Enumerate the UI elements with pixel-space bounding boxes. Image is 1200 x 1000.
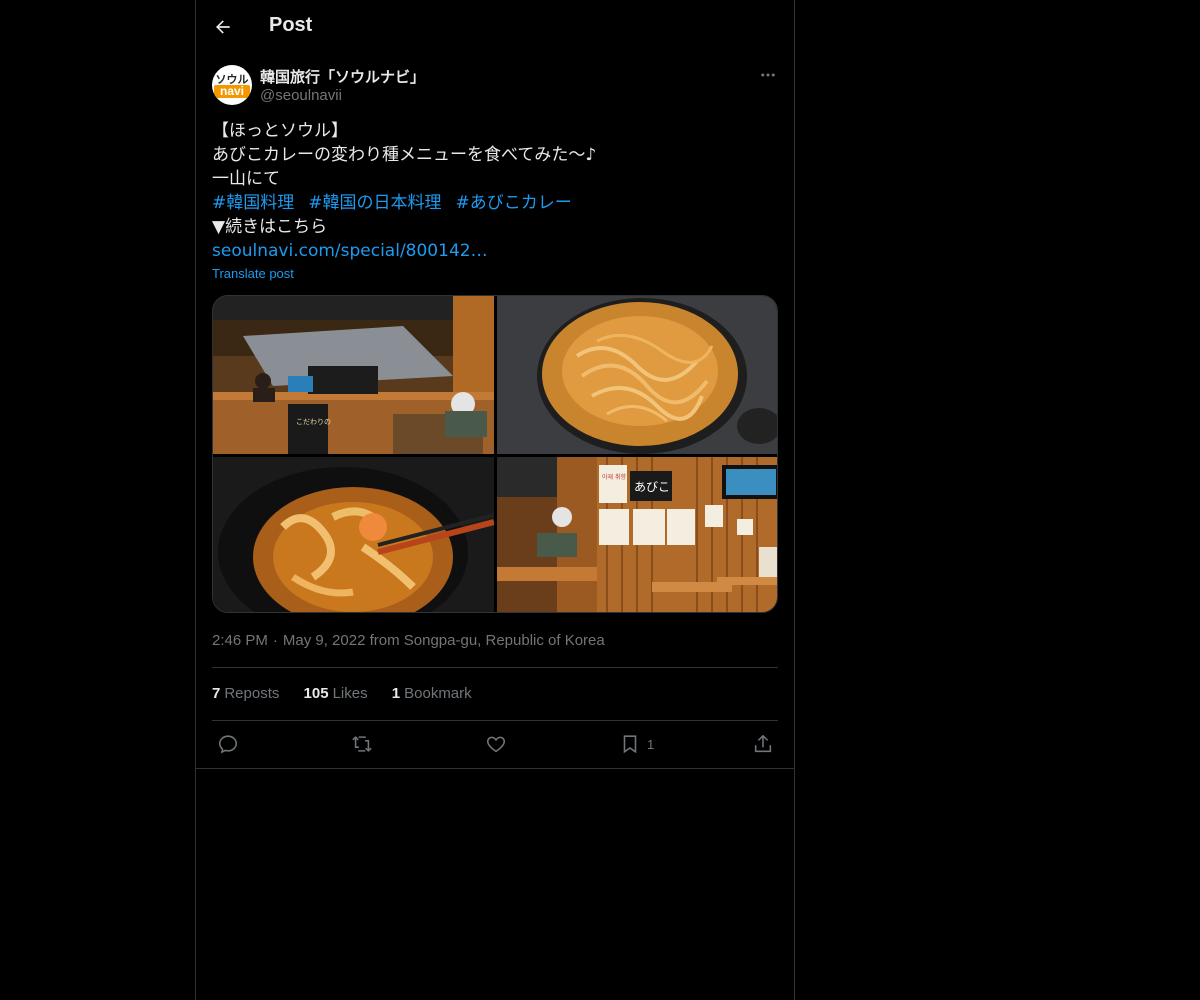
reposts-count: 7 (212, 685, 221, 702)
article-link[interactable]: seoulnavi.com/special/800142… (212, 239, 778, 263)
divider (196, 768, 794, 769)
more-horizontal-icon (761, 73, 775, 77)
divider (212, 667, 778, 668)
restaurant-counter-image: こだわりの (213, 296, 494, 454)
share-button[interactable] (752, 733, 774, 755)
wall-logo-text: あびこ (634, 480, 670, 494)
post-text: 【ほっとソウル】 あびこカレーの変わり種メニューを食べてみた〜♪ 一山にて #韓… (212, 119, 778, 263)
hashtag-link[interactable]: #韓国の日本料理 (308, 193, 441, 213)
wall-poster-text: 아재 취향 (602, 473, 626, 481)
restaurant-interior-image: 아재 취향 あびこ (497, 457, 777, 612)
action-bar: 1 (196, 722, 794, 768)
meta-separator: · (272, 632, 278, 649)
share-icon (754, 734, 772, 753)
post-text-line: あびこカレーの変わり種メニューを食べてみた〜♪ (212, 145, 597, 165)
heart-icon (486, 736, 506, 753)
curry-udon-image (213, 457, 494, 612)
post-text-line: 一山にて (212, 169, 280, 189)
repost-button[interactable] (351, 733, 373, 755)
bookmarks-stat[interactable]: 1 Bookmark (392, 685, 472, 702)
bookmarks-count: 1 (391, 685, 401, 702)
bookmark-icon (623, 735, 637, 754)
bookmark-count: 1 (647, 736, 655, 752)
likes-stat[interactable]: 105 Likes (304, 685, 368, 702)
photo-restaurant-counter[interactable]: こだわりの (213, 296, 494, 454)
reply-button[interactable] (217, 733, 239, 755)
translate-post-link[interactable]: Translate post (212, 266, 294, 281)
author-display-name[interactable]: 韓国旅行「ソウルナビ」 (260, 66, 425, 87)
avatar-logo-bottom: navi (214, 85, 250, 98)
reposts-stat[interactable]: 7 Reposts (212, 685, 279, 702)
page-title: Post (269, 14, 313, 36)
photo-curry-pasta[interactable] (497, 296, 777, 454)
bookmark-button[interactable]: 1 (619, 733, 654, 755)
curry-pasta-image (497, 296, 777, 454)
post-header: Post (196, 0, 794, 53)
continue-text: ▼続きはこちら (212, 217, 328, 237)
reply-icon (218, 735, 238, 754)
post-text-line: 【ほっとソウル】 (212, 121, 348, 141)
post-time[interactable]: 2:46 PM (212, 632, 268, 649)
back-button[interactable] (206, 10, 240, 44)
post-detail-column: Post ソウル navi 韓国旅行「ソウルナビ」 @seoulnavii 【ほ… (195, 0, 795, 1000)
bookmarks-label: Bookmark (404, 685, 472, 702)
post-meta: 2:46 PM · May 9, 2022 from Songpa-gu, Repu… (212, 632, 605, 649)
repost-icon (352, 736, 372, 752)
likes-label: Likes (332, 685, 368, 702)
photo-curry-udon[interactable] (213, 457, 494, 612)
avatar[interactable]: ソウル navi (212, 65, 252, 105)
hashtag-link[interactable]: #韓国料理 (212, 193, 294, 213)
photo-restaurant-interior[interactable]: 아재 취향 あびこ (497, 457, 777, 612)
post-stats: 7 Reposts 105 Likes 1 Bookmark (212, 685, 492, 702)
more-button[interactable] (756, 64, 780, 86)
hashtag-line: #韓国料理 #韓国の日本料理 #あびこカレー (212, 191, 778, 215)
hashtag-link[interactable]: #あびこカレー (456, 193, 572, 213)
media-grid: こだわりの 아재 취향 あびこ (212, 295, 778, 613)
divider (212, 720, 778, 721)
post-date-location[interactable]: May 9, 2022 from Songpa-gu, Republic of … (283, 632, 605, 649)
like-button[interactable] (485, 733, 507, 755)
restaurant-banner-text: こだわりの (296, 418, 331, 426)
likes-count: 105 (303, 685, 329, 702)
author-handle[interactable]: @seoulnavii (260, 87, 342, 104)
arrow-left-icon (216, 20, 230, 34)
reposts-label: Reposts (224, 685, 280, 702)
